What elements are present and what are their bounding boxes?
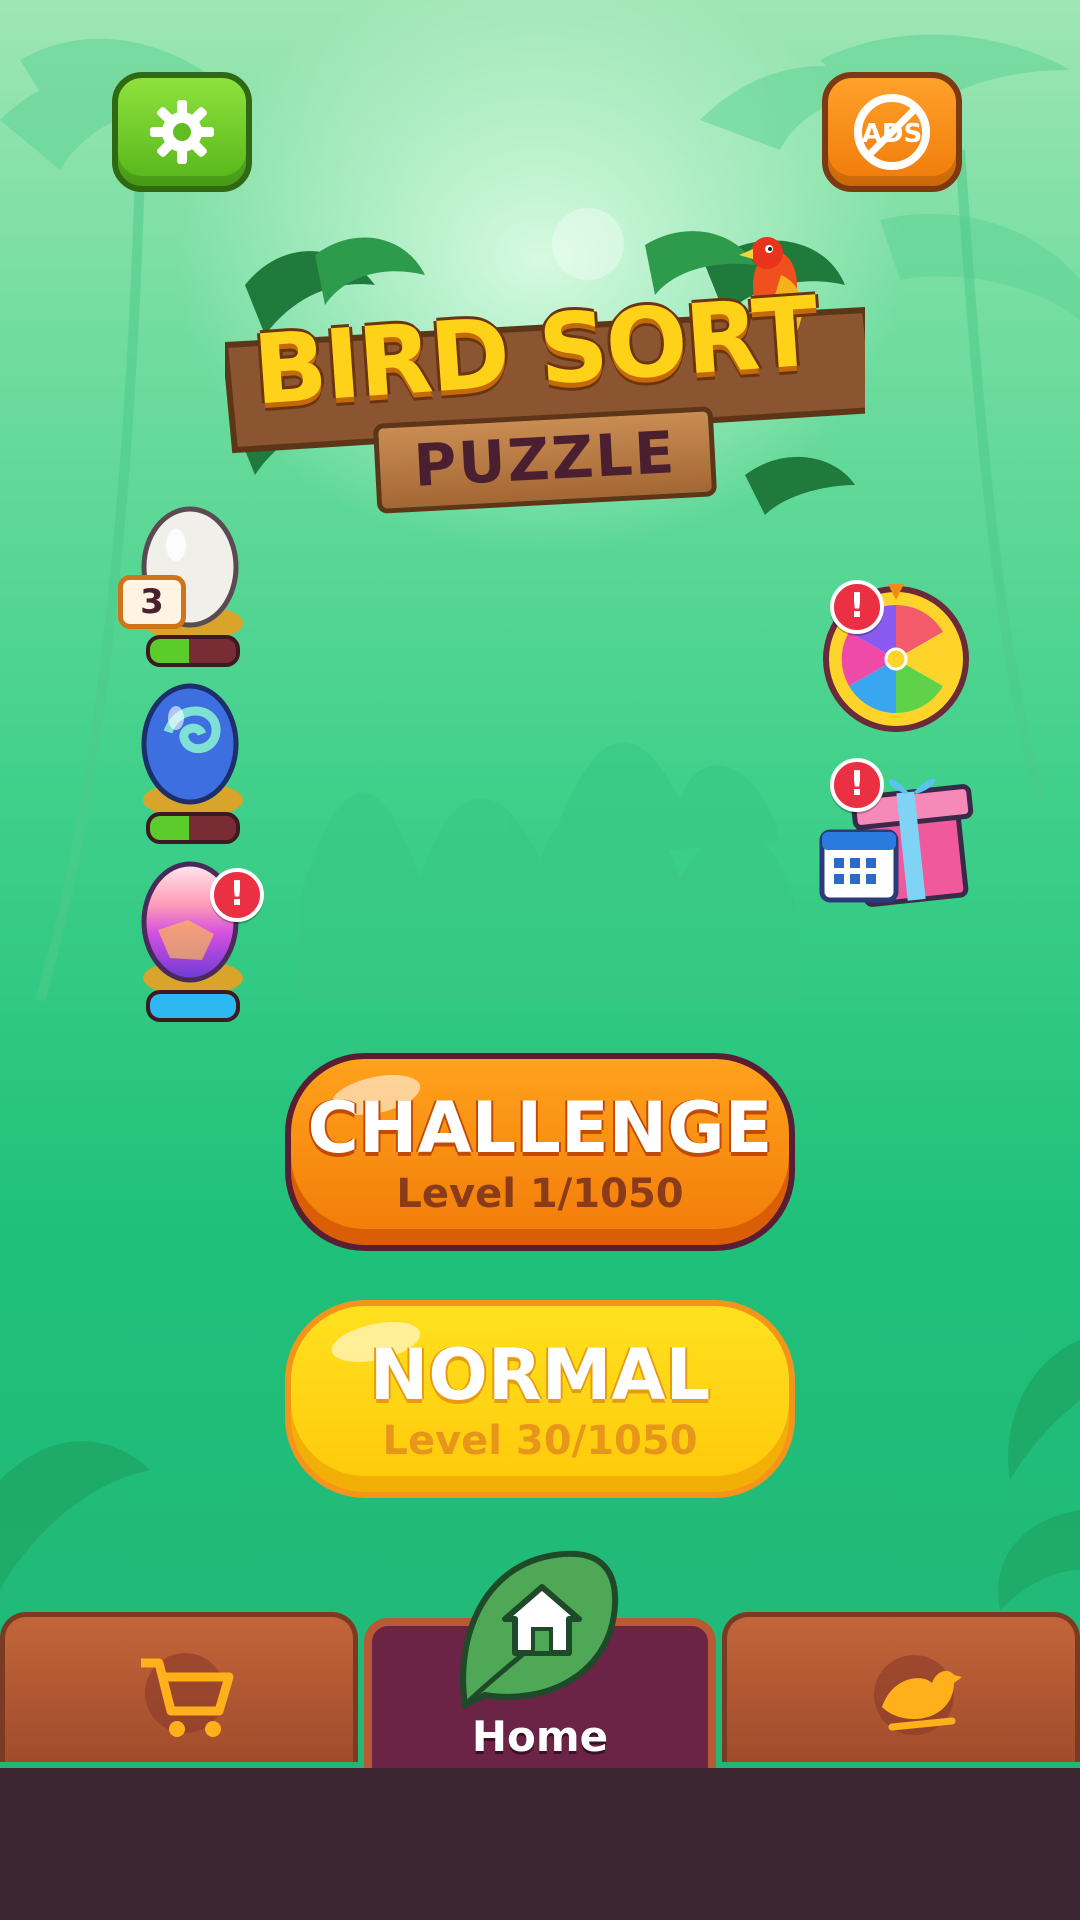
no-ads-icon: ADS <box>854 94 930 170</box>
egg-slot-white[interactable]: 3 <box>118 505 268 680</box>
bird-icon <box>874 1655 962 1735</box>
egg-progress-fill <box>150 639 189 663</box>
egg-progress-fill <box>150 816 189 840</box>
game-logo: BIRD SORT PUZZLE <box>225 225 865 525</box>
ads-label: ADS <box>862 119 922 149</box>
egg-slot-blue[interactable] <box>118 682 268 857</box>
home-button[interactable] <box>455 1545 625 1715</box>
normal-level: Level 30/1050 <box>382 1418 698 1464</box>
gift-alert-badge: ! <box>830 758 884 812</box>
challenge-mode-button[interactable]: CHALLENGE Level 1/1050 <box>285 1053 795 1251</box>
home-icon <box>460 1550 619 1710</box>
egg-slot-rainbow[interactable]: ! <box>118 860 268 1035</box>
gear-icon <box>150 100 214 164</box>
egg-count-badge: 3 <box>118 575 186 629</box>
normal-mode-button[interactable]: NORMAL Level 30/1050 <box>285 1300 795 1498</box>
egg-progress-fill <box>150 994 236 1018</box>
daily-gift-button[interactable]: ! <box>818 758 978 908</box>
spin-wheel-button[interactable]: ! <box>818 574 973 734</box>
logo-subtitle: PUZZLE <box>372 406 718 514</box>
home-label: Home <box>471 1712 609 1761</box>
challenge-title: CHALLENGE <box>307 1087 773 1169</box>
tab-birds[interactable] <box>722 1612 1080 1762</box>
egg-alert-badge: ! <box>210 868 264 922</box>
normal-title: NORMAL <box>369 1334 711 1416</box>
cart-icon <box>141 1653 234 1737</box>
settings-button[interactable] <box>112 72 252 192</box>
egg-progress-bar <box>146 812 240 844</box>
challenge-level: Level 1/1050 <box>396 1171 684 1217</box>
wheel-alert-badge: ! <box>830 580 884 634</box>
tab-shop[interactable] <box>0 1612 358 1762</box>
remove-ads-button[interactable]: ADS <box>822 72 962 192</box>
blue-egg-icon <box>141 683 243 818</box>
bottom-panel <box>0 1768 1080 1920</box>
egg-progress-bar <box>146 990 240 1022</box>
egg-progress-bar <box>146 635 240 667</box>
